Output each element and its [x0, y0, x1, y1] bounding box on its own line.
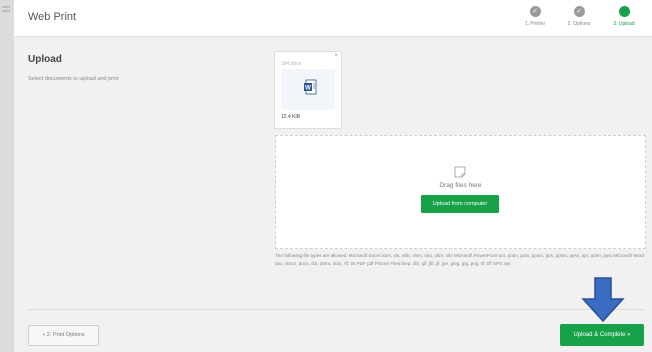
left-window-strip [0, 0, 15, 352]
word-document-icon: W [304, 79, 317, 95]
svg-text:W: W [305, 86, 311, 92]
step-printer[interactable]: ✓ 1. Printer [515, 6, 555, 27]
check-icon: ✓ [529, 6, 541, 17]
file-preview: W [281, 69, 335, 110]
uploaded-file-card[interactable]: × 164.docx W 12.4 KiB [274, 51, 342, 129]
step-label: 1. Printer [524, 21, 546, 27]
down-arrow-icon [581, 277, 625, 323]
allowed-file-types: The following file types are allowed: Mi… [275, 253, 645, 266]
upload-subtitle: Select documents to upload and print [28, 76, 119, 82]
web-print-app: Web Print ✓ 1. Printer ✓ 2. Options 3. U… [14, 0, 652, 352]
step-label: 2. Options [567, 21, 591, 27]
back-print-options-button[interactable]: « 2. Print Options [28, 325, 99, 346]
active-step-dot [618, 6, 630, 17]
footer-divider [28, 309, 644, 310]
file-name: 164.docx [281, 61, 302, 67]
file-dropzone[interactable]: Drag files here Upload from computer [275, 135, 646, 249]
upload-complete-button[interactable]: Upload & Complete » [560, 324, 644, 346]
drag-files-text: Drag files here [439, 182, 482, 189]
header: Web Print ✓ 1. Printer ✓ 2. Options 3. U… [14, 0, 652, 37]
file-size: 12.4 KiB [281, 114, 300, 120]
step-upload: 3. Upload [604, 6, 644, 27]
main-content: Upload Select documents to upload and pr… [14, 37, 652, 352]
step-label: 3. Upload [613, 21, 635, 27]
upload-heading: Upload [28, 54, 62, 65]
page-title: Web Print [28, 11, 77, 23]
document-icon [454, 166, 466, 178]
check-icon: ✓ [573, 6, 585, 17]
step-options[interactable]: ✓ 2. Options [559, 6, 599, 27]
upload-from-computer-button[interactable]: Upload from computer [421, 195, 499, 213]
strip-tick [2, 10, 10, 12]
strip-tick [2, 6, 10, 8]
remove-file-icon[interactable]: × [334, 53, 338, 59]
